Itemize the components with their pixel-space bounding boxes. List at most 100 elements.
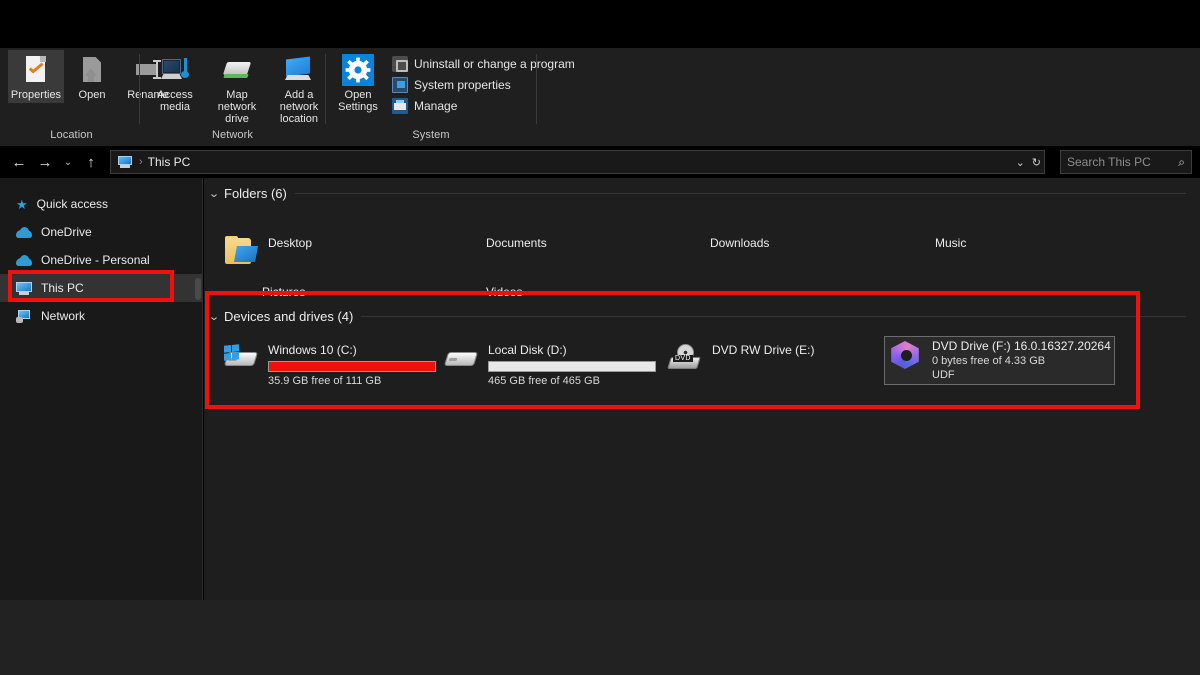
recent-locations-button[interactable]: ⌄: [58, 149, 78, 175]
sidebar-item-network[interactable]: Network: [0, 302, 202, 330]
drive-capacity-text: 0 bytes free of 4.33 GB: [932, 354, 1111, 368]
properties-button-label: Properties: [11, 89, 61, 101]
system-commands-list: Uninstall or change a program System pro…: [392, 50, 575, 114]
add-network-location-button[interactable]: Add a network location: [268, 50, 330, 127]
sidebar-item-onedrive-personal[interactable]: OneDrive - Personal: [0, 246, 202, 274]
search-box[interactable]: Search This PC ⌕: [1060, 150, 1192, 174]
drive-item-local-disk-d[interactable]: Local Disk (D:) 465 GB free of 465 GB: [440, 340, 660, 391]
this-pc-icon: [16, 282, 32, 295]
sidebar-item-label: OneDrive: [41, 225, 92, 239]
dvd-drive-icon: DVD: [668, 343, 704, 373]
list-item-label: Desktop: [268, 236, 312, 251]
desktop-folder-icon: [224, 236, 260, 266]
star-icon: ★: [16, 198, 28, 211]
list-item-label: Documents: [486, 236, 547, 251]
gear-icon: [342, 54, 374, 86]
this-pc-icon: [117, 155, 133, 169]
hard-drive-icon: [444, 343, 480, 373]
open-settings-button[interactable]: Open Settings: [330, 50, 386, 115]
file-list-pane: ⌄ Folders (6) Desktop Documents Download…: [204, 178, 1200, 600]
capacity-meter: [268, 361, 436, 372]
folders-group-title: Folders (6): [224, 186, 287, 201]
manage-item-label: Manage: [414, 99, 457, 113]
drive-name: Local Disk (D:): [488, 343, 656, 358]
chevron-down-icon[interactable]: ⌄: [208, 187, 226, 200]
address-path-field[interactable]: › This PC ⌄ ↻: [110, 150, 1045, 174]
navigation-pane: ★ Quick access OneDrive OneDrive - Perso…: [0, 178, 203, 600]
list-item-desktop[interactable]: Desktop: [220, 233, 316, 269]
list-item-label: Downloads: [710, 236, 769, 251]
ribbon-group-system: Open Settings Uninstall or change a prog…: [326, 48, 536, 146]
network-icon: [16, 309, 32, 323]
map-network-drive-button[interactable]: Map network drive: [206, 50, 268, 127]
group-divider: [361, 316, 1186, 317]
chevron-down-icon[interactable]: ⌄: [208, 310, 226, 323]
ribbon-separator: [536, 54, 537, 124]
sidebar-item-onedrive[interactable]: OneDrive: [0, 218, 202, 246]
breadcrumb-separator: ›: [139, 156, 143, 168]
sidebar-item-label: Network: [41, 309, 85, 323]
sidebar-item-this-pc[interactable]: This PC: [0, 274, 202, 302]
open-button[interactable]: Open: [64, 50, 120, 103]
drive-item-dvd-rw-e[interactable]: DVD DVD RW Drive (E:): [664, 340, 818, 376]
up-button[interactable]: ↑: [78, 149, 104, 175]
list-item-videos[interactable]: Videos: [482, 282, 526, 303]
search-icon: ⌕: [1178, 155, 1185, 170]
system-properties-item-label: System properties: [414, 78, 511, 92]
drive-name: Windows 10 (C:): [268, 343, 436, 358]
ribbon-toolbar: Properties Open Rename: [0, 48, 1200, 146]
drive-name: DVD RW Drive (E:): [712, 343, 814, 358]
properties-icon: [20, 54, 52, 86]
group-divider: [295, 193, 1186, 194]
windows-drive-icon: [224, 343, 260, 373]
open-button-label: Open: [79, 89, 106, 101]
capacity-meter: [488, 361, 656, 372]
navigation-pane-scrollbar[interactable]: [195, 278, 201, 300]
manage-item[interactable]: Manage: [392, 98, 575, 114]
drives-group-title: Devices and drives (4): [224, 309, 353, 324]
drives-grid: Windows 10 (C:) 35.9 GB free of 111 GB L…: [204, 328, 1200, 398]
list-item-music[interactable]: Music: [931, 233, 970, 254]
forward-button[interactable]: →: [32, 149, 58, 175]
refresh-icon[interactable]: ↻: [1032, 156, 1041, 169]
map-network-drive-icon: [221, 54, 253, 86]
uninstall-icon: [392, 56, 408, 72]
list-item-downloads[interactable]: Downloads: [706, 233, 773, 254]
sidebar-item-label: This PC: [41, 281, 84, 295]
cloud-icon: [16, 255, 32, 266]
ribbon-group-network: Access media Map network drive Add a net…: [140, 48, 325, 146]
drive-item-dvd-f[interactable]: DVD Drive (F:) 16.0.16327.20264 0 bytes …: [884, 336, 1115, 385]
ribbon-group-network-label: Network: [140, 129, 325, 141]
ribbon-group-location-label: Location: [4, 129, 139, 141]
breadcrumb: This PC: [148, 155, 191, 169]
access-media-icon: [159, 54, 191, 86]
ribbon-group-location: Properties Open Rename: [4, 48, 139, 146]
drive-item-windows-c[interactable]: Windows 10 (C:) 35.9 GB free of 111 GB: [220, 340, 440, 391]
access-media-button[interactable]: Access media: [144, 50, 206, 115]
list-item-label: Videos: [486, 285, 522, 300]
back-button[interactable]: ←: [6, 149, 32, 175]
list-item-label: Music: [935, 236, 966, 251]
list-item-documents[interactable]: Documents: [482, 233, 551, 254]
map-network-drive-button-label: Map network drive: [208, 89, 266, 125]
uninstall-or-change-a-program-item[interactable]: Uninstall or change a program: [392, 56, 575, 72]
list-item-pictures[interactable]: Pictures: [258, 282, 309, 303]
properties-button[interactable]: Properties: [8, 50, 64, 103]
search-input[interactable]: Search This PC: [1067, 155, 1178, 169]
sidebar-item-label: Quick access: [37, 197, 108, 211]
system-properties-icon: [392, 77, 408, 93]
drive-capacity-text: 35.9 GB free of 111 GB: [268, 374, 436, 388]
drives-group-header[interactable]: ⌄ Devices and drives (4): [210, 309, 1200, 324]
sidebar-item-quick-access[interactable]: ★ Quick access: [0, 190, 202, 218]
drive-name: DVD Drive (F:) 16.0.16327.20264: [932, 339, 1111, 354]
folders-group-header[interactable]: ⌄ Folders (6): [210, 186, 1200, 201]
address-bar: ← → ⌄ ↑ › This PC ⌄ ↻: [0, 146, 1200, 178]
system-properties-item[interactable]: System properties: [392, 77, 575, 93]
file-explorer-window: Properties Open Rename: [0, 0, 1200, 675]
chevron-down-icon[interactable]: ⌄: [1016, 156, 1025, 169]
drive-filesystem-text: UDF: [932, 368, 1111, 382]
window-top-area: [0, 0, 1200, 48]
list-item-label: Pictures: [262, 285, 305, 300]
open-settings-button-label: Open Settings: [332, 89, 384, 113]
desktop-background: [0, 600, 1200, 675]
